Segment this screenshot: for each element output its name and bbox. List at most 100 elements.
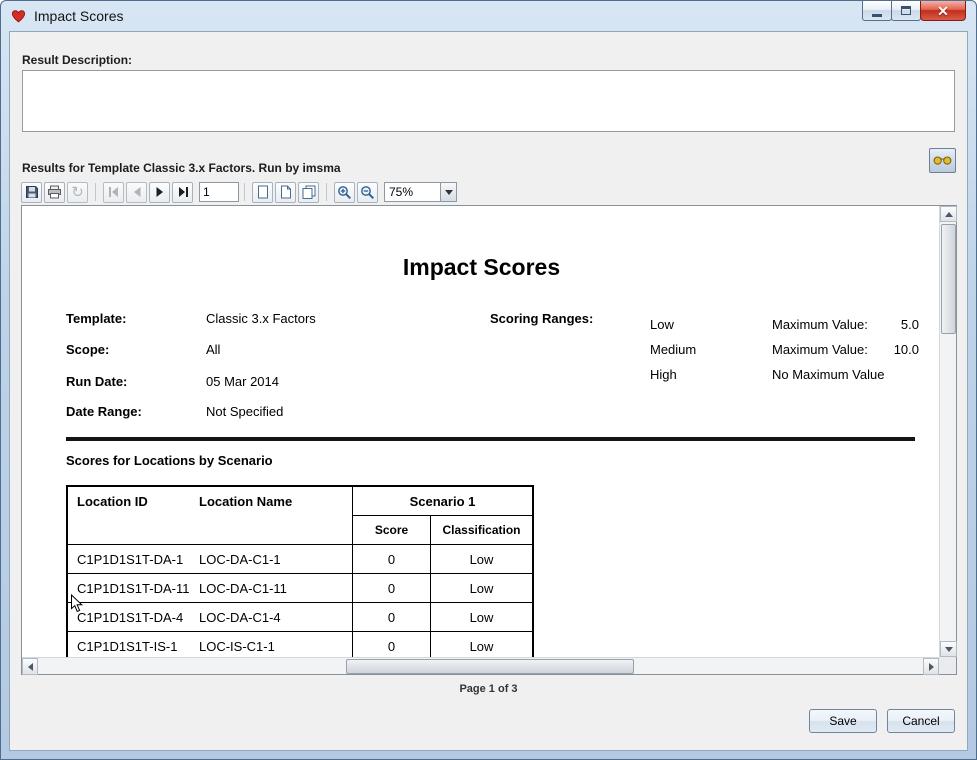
scroll-right-button[interactable] xyxy=(923,658,939,675)
range-max-value: 10.0 xyxy=(867,342,919,357)
zoom-out-button[interactable] xyxy=(357,182,378,203)
field-label: Date Range: xyxy=(66,404,142,419)
field-label: Scope: xyxy=(66,342,109,357)
zoom-level-select[interactable]: 75% xyxy=(384,182,457,202)
page-number-input[interactable] xyxy=(199,182,239,202)
table-row: C1P1D1S1T-DA-4 LOC-DA-C1-4 0 Low xyxy=(68,603,532,632)
table-subheader-row: Score Classification xyxy=(68,516,532,545)
window-title: Impact Scores xyxy=(34,8,123,24)
close-icon: ✕ xyxy=(937,4,949,18)
save-icon xyxy=(25,185,39,199)
result-description-label: Result Description: xyxy=(22,53,132,67)
table-row: C1P1D1S1T-DA-1 LOC-DA-C1-1 0 Low xyxy=(68,545,532,574)
impact-scores-window: Impact Scores ✕ Result Description: Resu… xyxy=(0,0,977,760)
chevron-down-icon xyxy=(445,190,453,195)
mouse-cursor xyxy=(70,594,83,618)
section-divider xyxy=(66,437,915,441)
field-value: Not Specified xyxy=(206,404,283,419)
actual-size-button[interactable] xyxy=(252,182,273,203)
toolbar-separator xyxy=(244,183,245,201)
maximize-button[interactable] xyxy=(891,1,921,21)
table-row: C1P1D1S1T-IS-1 LOC-IS-C1-1 0 Low xyxy=(68,632,532,659)
horizontal-scroll-thumb[interactable] xyxy=(346,659,634,674)
vertical-scrollbar[interactable] xyxy=(939,206,956,657)
next-page-button[interactable] xyxy=(149,182,170,203)
last-page-button[interactable] xyxy=(172,182,193,203)
scrollbar-corner xyxy=(939,657,956,674)
report-title: Impact Scores xyxy=(22,254,941,281)
section-title: Scores for Locations by Scenario xyxy=(66,453,273,468)
minimize-icon xyxy=(872,14,882,17)
binoculars-icon xyxy=(933,155,952,166)
cancel-button[interactable]: Cancel xyxy=(887,709,955,733)
multiple-pages-icon xyxy=(302,185,316,199)
titlebar[interactable]: Impact Scores ✕ xyxy=(1,1,976,31)
field-value: 05 Mar 2014 xyxy=(206,374,279,389)
arrow-down-icon xyxy=(945,647,953,652)
toolbar-separator xyxy=(326,183,327,201)
last-page-icon xyxy=(177,186,189,198)
minimize-button[interactable] xyxy=(862,1,892,21)
col-classification: Classification xyxy=(430,516,532,544)
printer-icon xyxy=(47,185,62,199)
print-button[interactable] xyxy=(44,182,65,203)
field-value: Classic 3.x Factors xyxy=(206,311,316,326)
field-label: Template: xyxy=(66,311,126,326)
single-page-icon xyxy=(257,185,269,199)
app-logo-icon xyxy=(11,9,27,24)
field-label: Run Date: xyxy=(66,374,127,389)
maximize-icon xyxy=(901,6,911,15)
results-summary-text: Results for Template Classic 3.x Factors… xyxy=(22,161,341,175)
fit-page-icon xyxy=(280,185,292,199)
horizontal-scrollbar[interactable] xyxy=(22,657,939,674)
scoring-ranges-label: Scoring Ranges: xyxy=(490,311,593,326)
report-viewer: Impact Scores Template: Classic 3.x Fact… xyxy=(21,205,957,675)
refresh-icon: ↻ xyxy=(71,185,84,200)
table-header-row: Location ID Location Name Scenario 1 xyxy=(68,487,532,516)
view-report-button[interactable] xyxy=(929,148,956,173)
close-button[interactable]: ✕ xyxy=(920,1,966,21)
zoom-in-icon xyxy=(337,185,352,200)
range-max-label: Maximum Value: xyxy=(772,317,868,332)
range-max-value: 5.0 xyxy=(867,317,919,332)
refresh-button[interactable]: ↻ xyxy=(67,182,88,203)
save-button[interactable]: Save xyxy=(809,709,877,733)
col-scenario: Scenario 1 xyxy=(352,487,532,516)
range-max-label: No Maximum Value xyxy=(772,367,884,382)
scroll-left-button[interactable] xyxy=(22,658,38,675)
range-max-label: Maximum Value: xyxy=(772,342,868,357)
report-page: Impact Scores Template: Classic 3.x Fact… xyxy=(22,206,941,659)
previous-page-icon xyxy=(131,186,143,198)
report-toolbar: ↻ xyxy=(21,180,457,204)
first-page-button[interactable] xyxy=(103,182,124,203)
range-level: High xyxy=(650,367,677,382)
col-location-id: Location ID xyxy=(68,487,199,516)
previous-page-button[interactable] xyxy=(126,182,147,203)
next-page-icon xyxy=(154,186,166,198)
result-description-input[interactable] xyxy=(22,70,955,132)
table-row: C1P1D1S1T-DA-11 LOC-DA-C1-11 0 Low xyxy=(68,574,532,603)
col-location-name: Location Name xyxy=(199,487,352,516)
arrow-up-icon xyxy=(945,212,953,217)
save-report-button[interactable] xyxy=(21,182,42,203)
page-indicator: Page 1 of 3 xyxy=(10,683,967,695)
scroll-up-button[interactable] xyxy=(940,206,957,222)
zoom-level-value: 75% xyxy=(384,182,440,202)
range-level: Low xyxy=(650,317,674,332)
zoom-in-button[interactable] xyxy=(334,182,355,203)
toolbar-separator xyxy=(95,183,96,201)
range-level: Medium xyxy=(650,342,696,357)
col-score: Score xyxy=(352,516,430,544)
scroll-down-button[interactable] xyxy=(940,641,957,657)
first-page-icon xyxy=(108,186,120,198)
dialog-content: Result Description: Results for Template… xyxy=(9,31,968,751)
zoom-dropdown-button[interactable] xyxy=(440,182,457,202)
scores-table: Location ID Location Name Scenario 1 Sco… xyxy=(66,485,534,659)
field-value: All xyxy=(206,342,220,357)
fit-page-button[interactable] xyxy=(275,182,296,203)
fit-width-button[interactable] xyxy=(298,182,319,203)
arrow-right-icon xyxy=(929,663,934,671)
zoom-out-icon xyxy=(360,185,375,200)
vertical-scroll-thumb[interactable] xyxy=(941,224,956,334)
arrow-left-icon xyxy=(28,663,33,671)
